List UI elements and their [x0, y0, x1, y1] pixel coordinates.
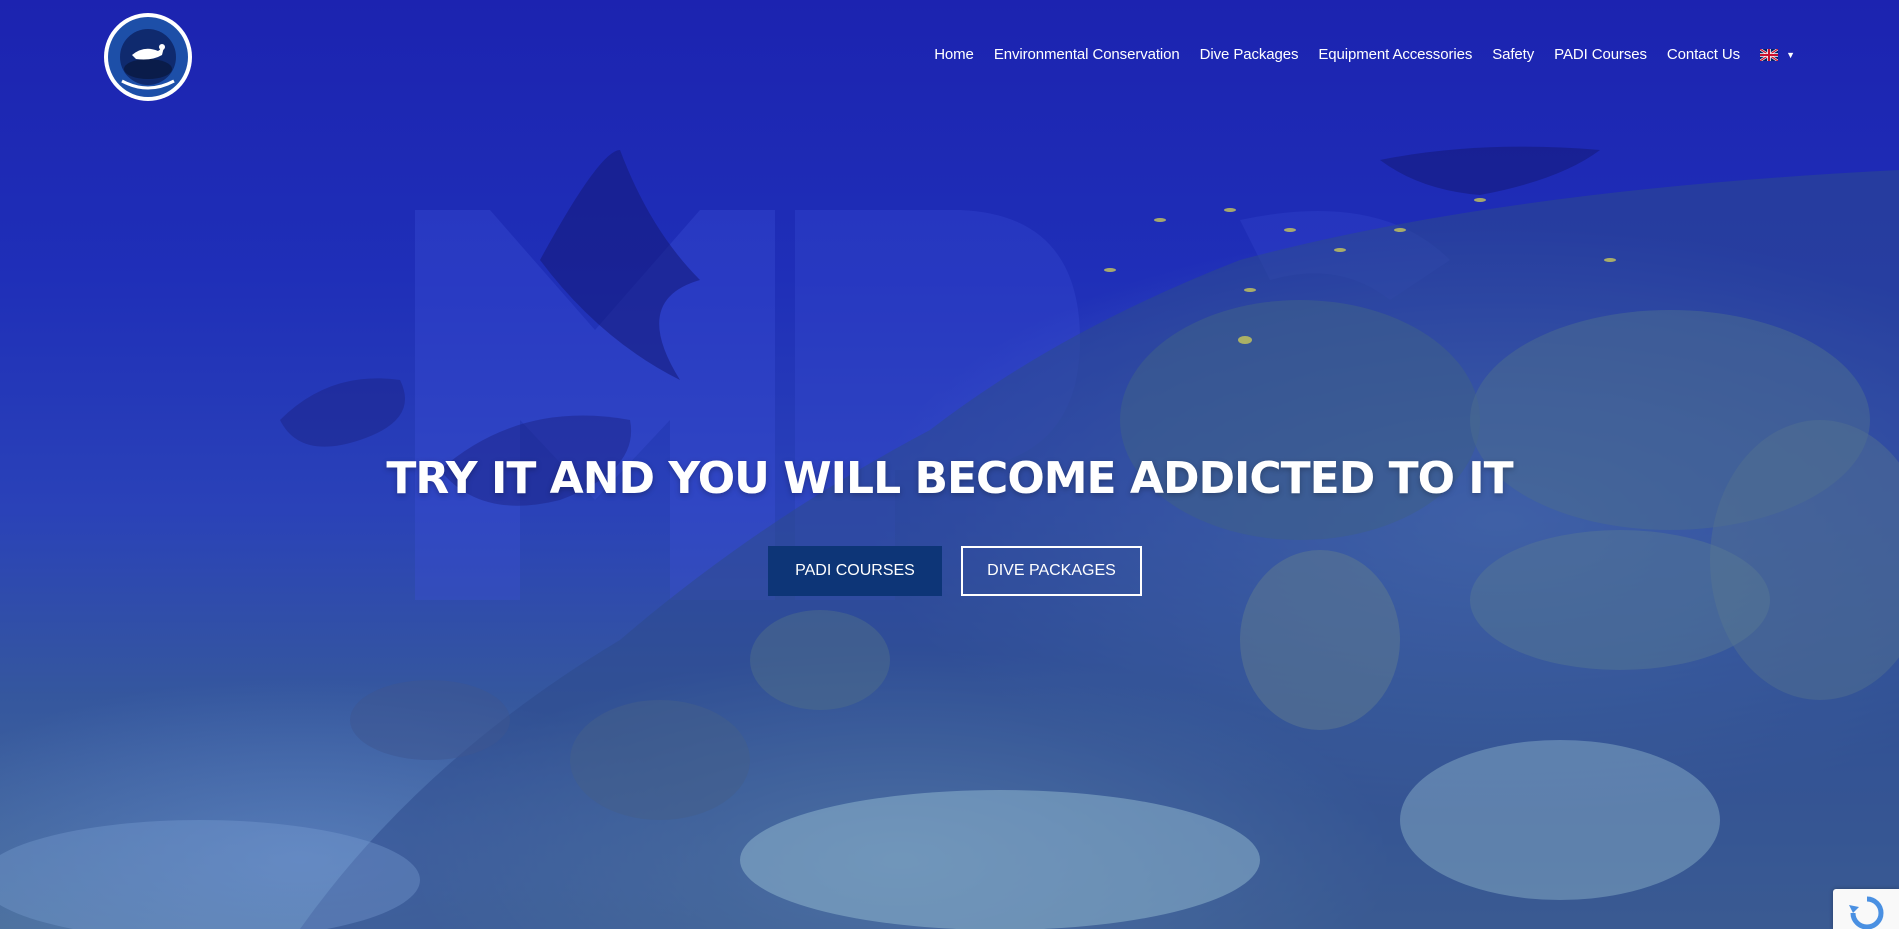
dive-packages-button[interactable]: DIVE PACKAGES — [961, 546, 1142, 596]
uk-flag-icon — [1760, 48, 1779, 61]
chevron-down-icon: ▼ — [1786, 49, 1795, 60]
nav-item-contact-us[interactable]: Contact Us — [1667, 46, 1740, 63]
myanmar-dive-centre-logo[interactable] — [102, 11, 194, 103]
nav-item-padi-courses[interactable]: PADI Courses — [1554, 46, 1647, 63]
recaptcha-badge[interactable] — [1833, 889, 1899, 929]
nav-item-equipment-accessories[interactable]: Equipment Accessories — [1318, 46, 1472, 63]
hero-section: Home Environmental Conservation Dive Pac… — [0, 0, 1899, 929]
recaptcha-icon — [1849, 896, 1884, 929]
site-header: Home Environmental Conservation Dive Pac… — [0, 0, 1899, 112]
nav-item-home[interactable]: Home — [934, 46, 974, 63]
nav-item-environmental-conservation[interactable]: Environmental Conservation — [994, 46, 1180, 63]
nav-item-dive-packages[interactable]: Dive Packages — [1200, 46, 1299, 63]
main-navigation: Home Environmental Conservation Dive Pac… — [914, 46, 1795, 63]
nav-item-safety[interactable]: Safety — [1492, 46, 1534, 63]
padi-courses-button[interactable]: PADI COURSES — [768, 546, 942, 596]
hero-headline: TRY IT AND YOU WILL BECOME ADDICTED TO I… — [386, 453, 1513, 504]
language-switcher[interactable]: ▼ — [1760, 48, 1795, 61]
